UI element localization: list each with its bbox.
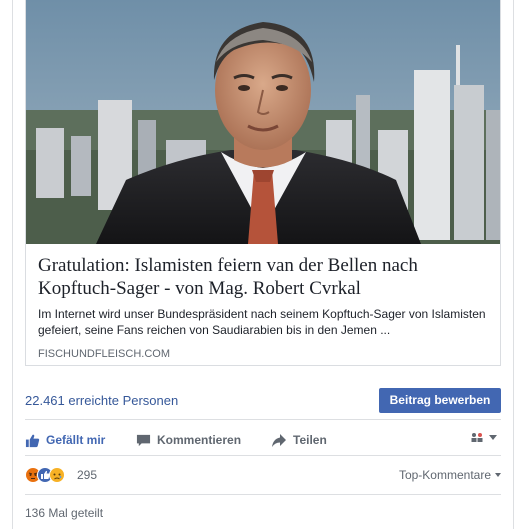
- like-label: Gefällt mir: [46, 433, 106, 447]
- reactions-row: 295 Top-Kommentare: [25, 465, 501, 485]
- link-preview-card[interactable]: Gratulation: Islamisten feiern van der B…: [25, 0, 501, 366]
- comment-label: Kommentieren: [157, 433, 242, 447]
- post-actions: Gefällt mir Kommentieren Teilen: [25, 430, 501, 450]
- thumbs-up-icon: [25, 434, 40, 447]
- reaction-count[interactable]: 295: [77, 468, 97, 482]
- link-domain: FISCHUNDFLEISCH.COM: [38, 348, 171, 360]
- share-icon: [272, 433, 286, 447]
- comment-icon: [136, 434, 151, 446]
- share-label: Teilen: [293, 433, 327, 447]
- link-preview-text[interactable]: Gratulation: Islamisten feiern van der B…: [38, 254, 490, 361]
- comment-button[interactable]: Kommentieren: [136, 430, 241, 450]
- like-button[interactable]: Gefällt mir: [25, 430, 105, 450]
- link-title[interactable]: Gratulation: Islamisten feiern van der B…: [38, 254, 490, 300]
- share-button[interactable]: Teilen: [271, 430, 327, 450]
- facebook-post: Gratulation: Islamisten feiern van der B…: [0, 0, 514, 529]
- audience-selector[interactable]: [470, 431, 497, 443]
- chevron-down-icon: [489, 434, 497, 440]
- reaction-icons[interactable]: [25, 467, 75, 483]
- reach-link[interactable]: 22.461 erreichte Personen: [25, 393, 178, 408]
- portrait-photo: [26, 0, 500, 244]
- comment-sort-dropdown[interactable]: Top-Kommentare: [399, 468, 501, 482]
- divider: [25, 419, 501, 420]
- reach-row: 22.461 erreichte Personen Beitrag bewerb…: [25, 388, 501, 414]
- divider: [25, 494, 501, 495]
- comment-sort-label: Top-Kommentare: [398, 468, 491, 482]
- chevron-down-icon: [495, 473, 501, 477]
- divider: [25, 455, 501, 456]
- share-count[interactable]: 136 Mal geteilt: [25, 506, 103, 520]
- audience-selector-icon: [471, 433, 483, 442]
- boost-post-button[interactable]: Beitrag bewerben: [379, 388, 501, 413]
- post-left-border: [12, 0, 13, 529]
- link-description: Im Internet wird unser Bundespräsident n…: [38, 307, 486, 337]
- link-preview-image[interactable]: [26, 0, 500, 244]
- sad-icon: [49, 467, 65, 483]
